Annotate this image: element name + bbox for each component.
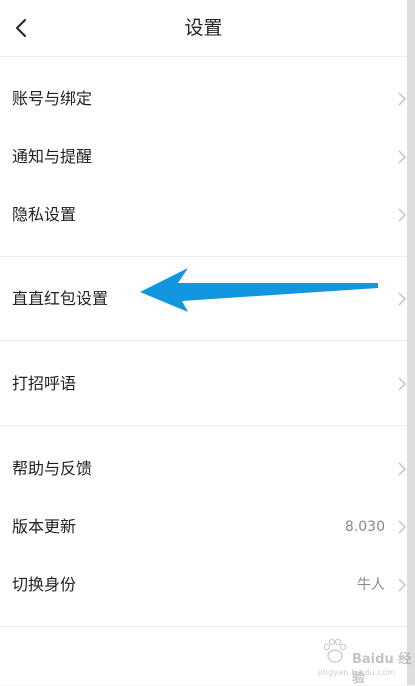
screen-edge <box>407 0 415 685</box>
paw-icon <box>323 638 347 663</box>
chevron-right-icon <box>398 208 407 222</box>
identity-value: 牛人 <box>357 577 385 593</box>
settings-item-notifications[interactable]: 通知与提醒 <box>0 128 407 186</box>
settings-item-label: 版本更新 <box>12 517 77 536</box>
arrow-left-icon <box>140 268 378 312</box>
chevron-right-icon <box>398 578 407 592</box>
chevron-right-icon <box>398 92 407 106</box>
chevron-right-icon <box>398 377 407 391</box>
settings-item-version-update[interactable]: 版本更新 8.030 <box>0 498 407 556</box>
settings-item-label: 隐私设置 <box>12 205 77 224</box>
settings-item-switch-identity[interactable]: 切换身份 牛人 <box>0 556 407 614</box>
settings-item-label: 账号与绑定 <box>12 89 93 108</box>
settings-item-privacy[interactable]: 隐私设置 <box>0 186 407 244</box>
settings-item-label: 通知与提醒 <box>12 147 93 166</box>
settings-item-account-binding[interactable]: 账号与绑定 <box>0 70 407 128</box>
settings-item-label: 打招呼语 <box>12 374 77 393</box>
settings-item-label: 帮助与反馈 <box>12 459 93 478</box>
baidu-watermark: Baidu 经验 jingyan.baidu.com <box>312 626 412 686</box>
section-divider <box>0 340 407 341</box>
watermark-site: jingyan.baidu.com <box>318 668 396 677</box>
watermark-brand: Baidu 经验 <box>352 652 412 686</box>
top-nav-bar: 设置 <box>0 0 407 57</box>
section-divider <box>0 256 407 257</box>
chevron-right-icon <box>398 462 407 476</box>
settings-screen: 设置 账号与绑定 通知与提醒 隐私设置 直直红包设置 打招呼语 帮助与反馈 版本… <box>0 0 407 685</box>
settings-item-greeting[interactable]: 打招呼语 <box>0 355 407 413</box>
settings-item-label: 切换身份 <box>12 575 77 594</box>
page-title: 设置 <box>184 17 223 39</box>
chevron-right-icon <box>398 292 407 306</box>
settings-item-label: 直直红包设置 <box>12 289 109 308</box>
section-divider <box>0 425 407 426</box>
settings-item-help-feedback[interactable]: 帮助与反馈 <box>0 440 407 498</box>
chevron-right-icon <box>398 520 407 534</box>
chevron-right-icon <box>398 150 407 164</box>
version-value: 8.030 <box>344 519 385 535</box>
